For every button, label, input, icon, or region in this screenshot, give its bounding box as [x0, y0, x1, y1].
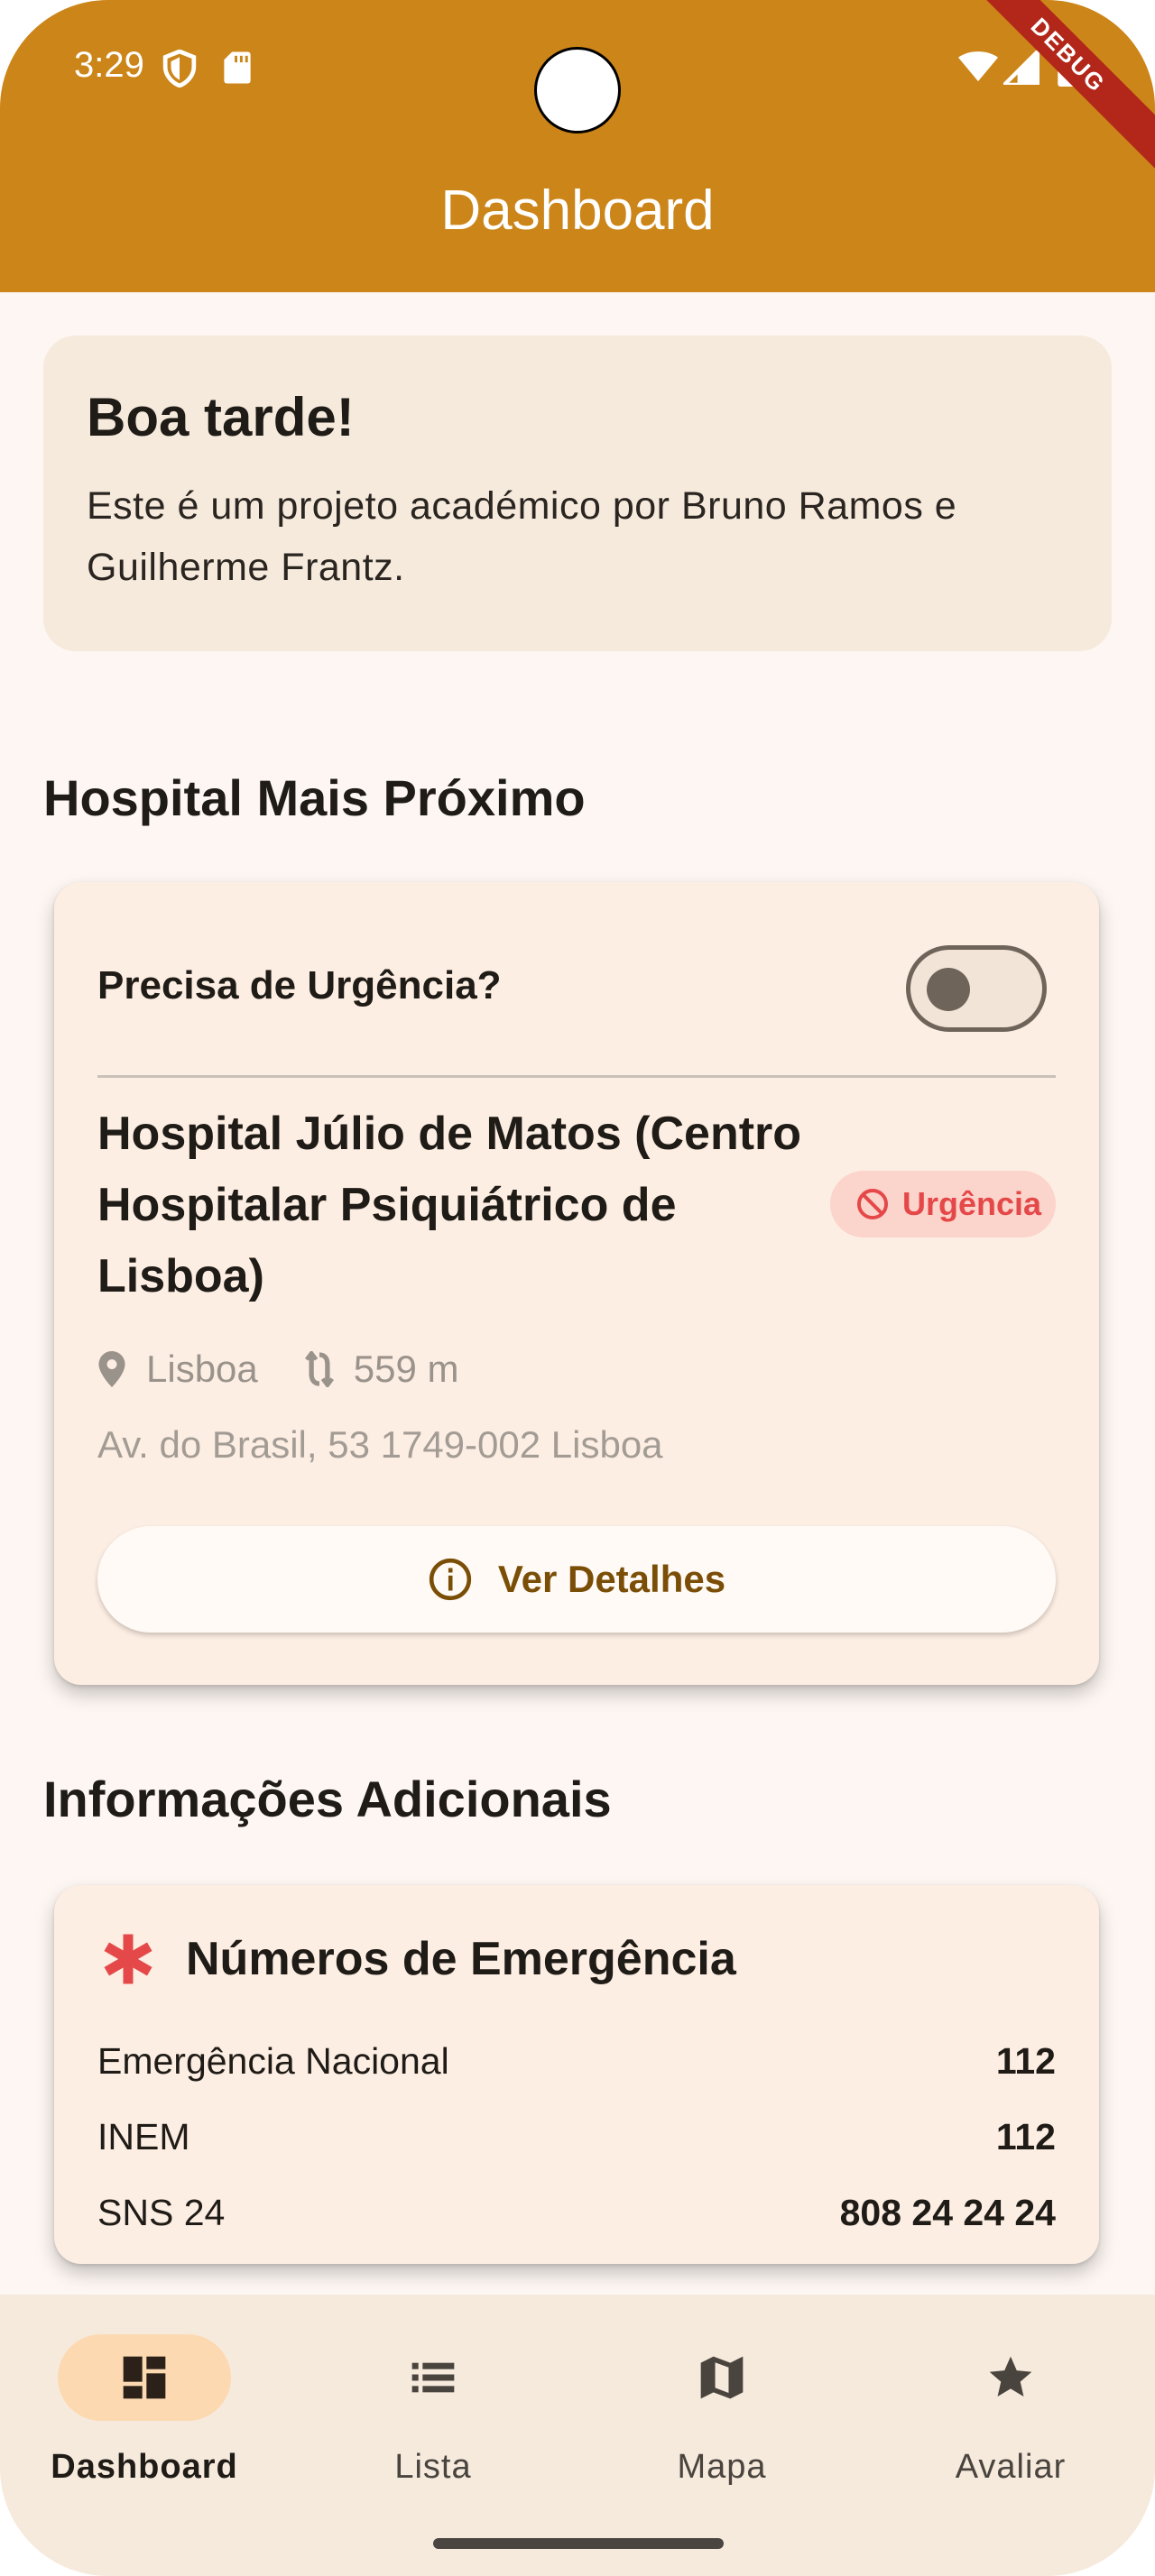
status-time: 3:29 [74, 45, 144, 85]
greeting-card: Boa tarde! Este é um projeto académico p… [43, 336, 1112, 651]
sd-card-icon [224, 51, 251, 84]
route-icon [304, 1351, 334, 1387]
emergency-label: Emergência Nacional [97, 2040, 449, 2082]
emergency-numbers-card: Números de Emergência Emergência Naciona… [54, 1885, 1099, 2264]
urgency-toggle[interactable] [906, 945, 1047, 1032]
nav-item-dashboard[interactable]: Dashboard [0, 2295, 289, 2520]
signal-icon [1003, 51, 1040, 85]
urgency-question: Precisa de Urgência? [97, 963, 502, 1007]
emergency-row[interactable]: INEM 112 [97, 2116, 1056, 2158]
bottom-navigation: Dashboard Lista Mapa Avaliar [0, 2295, 1155, 2576]
list-icon [411, 2362, 455, 2393]
nav-item-lista[interactable]: Lista [289, 2295, 578, 2520]
map-icon [700, 2356, 744, 2399]
hospital-name: Hospital Júlio de Matos (Centro Hospital… [97, 1108, 802, 1302]
urgency-badge: Urgência [830, 1171, 1056, 1237]
app-bar: 3:29 DEBUG Dashboard [0, 0, 1155, 292]
page-title: Dashboard [440, 179, 715, 242]
nav-label-avaliar: Avaliar [955, 2448, 1067, 2486]
dashboard-icon [123, 2356, 166, 2399]
nav-label-mapa: Mapa [677, 2448, 767, 2486]
hospital-distance: 559 m [353, 1348, 459, 1390]
nav-label-dashboard: Dashboard [51, 2448, 238, 2486]
phone-screen: 3:29 DEBUG Dashboard Boa tarde! Este é u… [0, 0, 1155, 2576]
camera-cutout [534, 47, 621, 133]
block-icon [856, 1188, 889, 1220]
emergency-number: 112 [995, 2040, 1056, 2082]
view-details-label: Ver Detalhes [497, 1558, 726, 1600]
hospital-city: Lisboa [146, 1348, 258, 1390]
hospital-card: Precisa de Urgência? Hospital Júlio de M… [54, 882, 1099, 1685]
nav-label-lista: Lista [394, 2448, 472, 2486]
info-icon [429, 1558, 472, 1601]
nav-item-mapa[interactable]: Mapa [578, 2295, 866, 2520]
emergency-label: SNS 24 [97, 2192, 226, 2233]
emergency-label: INEM [97, 2116, 190, 2157]
greeting-text: Este é um projeto académico por Bruno Ra… [87, 484, 957, 589]
status-bar: 3:29 DEBUG [0, 0, 1155, 170]
emergency-number: 808 24 24 24 [839, 2192, 1056, 2233]
urgency-badge-label: Urgência [902, 1185, 1042, 1222]
additional-info-heading: Informações Adicionais [43, 1771, 612, 1827]
emergency-title: Números de Emergência [186, 1933, 736, 1985]
hospital-meta: Lisboa 559 m [97, 1348, 459, 1391]
divider [97, 1075, 1056, 1078]
debug-banner: DEBUG [953, 0, 1155, 170]
nav-item-avaliar[interactable]: Avaliar [866, 2295, 1155, 2520]
hospital-address: Av. do Brasil, 53 1749-002 Lisboa [97, 1423, 663, 1466]
home-indicator[interactable] [433, 2538, 724, 2549]
location-pin-icon [98, 1351, 125, 1387]
greeting-title: Boa tarde! [87, 387, 355, 447]
view-details-button[interactable]: Ver Detalhes [97, 1526, 1056, 1633]
asterisk-icon [104, 1934, 152, 1984]
wifi-icon [958, 51, 998, 82]
nearest-hospital-heading: Hospital Mais Próximo [43, 769, 586, 826]
emergency-row[interactable]: Emergência Nacional 112 [97, 2040, 1056, 2083]
emergency-number: 112 [995, 2116, 1056, 2157]
shield-icon [162, 50, 197, 87]
toggle-knob [927, 968, 970, 1011]
star-icon [989, 2356, 1032, 2397]
emergency-header: Números de Emergência [101, 1932, 736, 1986]
emergency-row[interactable]: SNS 24 808 24 24 24 [97, 2192, 1056, 2234]
